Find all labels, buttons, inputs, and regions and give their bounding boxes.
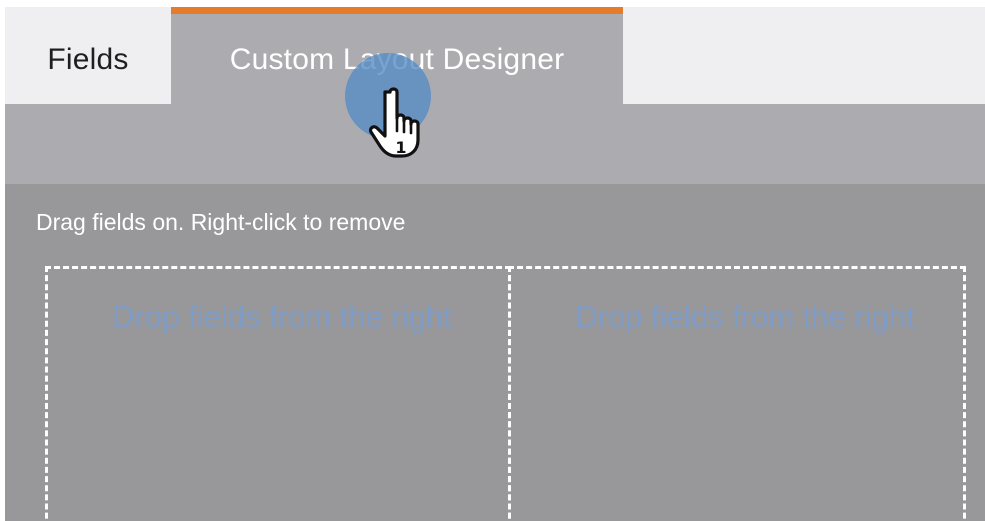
tab-fields-label: Fields — [47, 42, 129, 76]
layout-designer-panel: Fields Custom Layout Designer Drag field… — [5, 7, 985, 521]
drop-zone-right-column[interactable]: Drop fields from the right — [508, 266, 966, 521]
designer-canvas: Drag fields on. Right-click to remove Dr… — [5, 184, 985, 521]
designer-instruction-text: Drag fields on. Right-click to remove — [36, 209, 406, 235]
drop-zone-right-placeholder: Drop fields from the right — [575, 299, 915, 334]
tab-custom-layout-designer[interactable]: Custom Layout Designer — [171, 7, 623, 104]
tab-bar-empty-space — [623, 7, 985, 104]
tab-content-header — [5, 104, 985, 184]
drop-zone-left-column[interactable]: Drop fields from the right — [45, 266, 511, 521]
tab-bar: Fields Custom Layout Designer — [5, 7, 985, 104]
tab-custom-layout-designer-label: Custom Layout Designer — [229, 43, 565, 76]
drop-zone-left-placeholder: Drop fields from the right — [112, 299, 452, 334]
tab-fields[interactable]: Fields — [5, 7, 171, 104]
